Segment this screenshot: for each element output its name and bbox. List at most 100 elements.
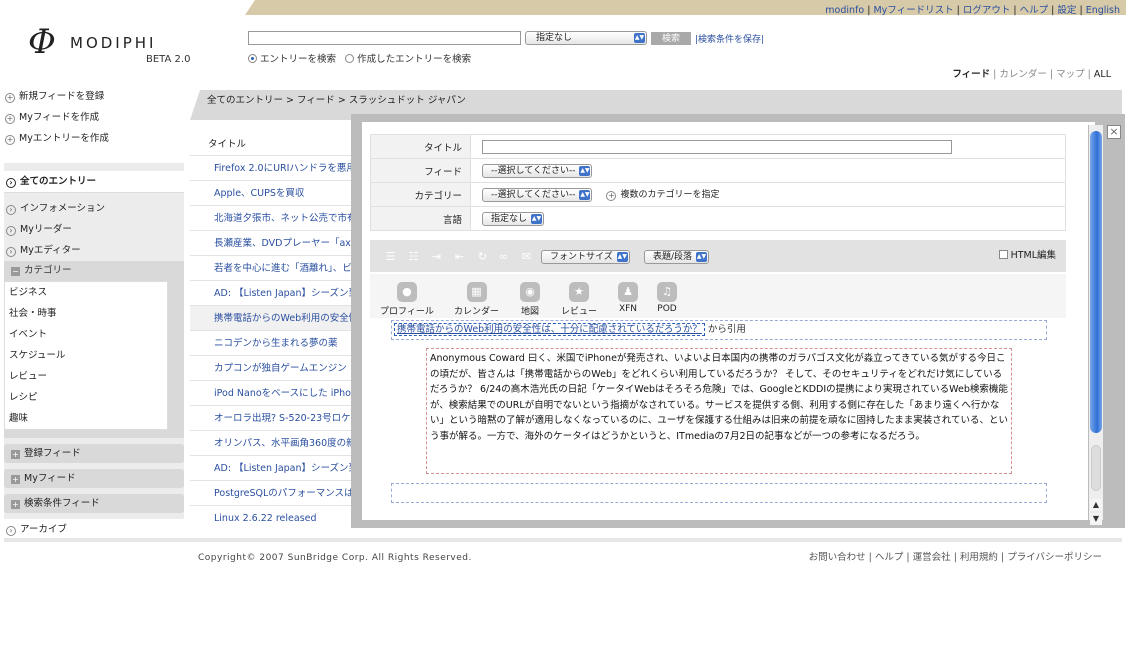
logo-symbol: Φ	[28, 22, 56, 62]
tab-all[interactable]: ALL	[1094, 69, 1111, 80]
list-item[interactable]: AD: 【Listen Japan】シーズン到	[190, 455, 360, 480]
heading-select[interactable]: 表題/段落 ▲▼	[644, 250, 710, 264]
close-icon[interactable]: ×	[1107, 125, 1121, 139]
people-icon: ♟	[618, 282, 638, 302]
category-list: ビジネス 社会・時事 イベント スケジュール レビュー レシピ 趣味	[4, 281, 168, 430]
quote-body[interactable]: Anonymous Coward 曰く、米国でiPhoneが発売され、いよいよ日…	[426, 348, 1012, 474]
list-item[interactable]: 長瀬産業、DVDプレーヤー「axio	[190, 230, 360, 255]
nav-information[interactable]: › インフォメーション	[4, 198, 184, 219]
radio-created[interactable]	[345, 54, 355, 63]
modal-scrollbar[interactable]: ▲ ▼	[1088, 125, 1103, 525]
tab-map[interactable]: マップ	[1056, 69, 1085, 80]
editor-empty-paragraph[interactable]	[391, 483, 1047, 503]
category-panel: − カテゴリー ビジネス 社会・時事 イベント スケジュール レビュー レシピ 趣…	[4, 261, 184, 438]
quote-source-line[interactable]: 携帯電話からのWeb利用の安全性は、十分に配慮されているだろうか？ から引用	[391, 320, 1047, 340]
list-item[interactable]: 携帯電話からのWeb利用の安全性	[190, 305, 360, 330]
insert-map[interactable]: ◉ 地図	[520, 282, 540, 317]
category-header[interactable]: − カテゴリー	[4, 261, 184, 281]
scroll-up-icon[interactable]: ▲	[1090, 499, 1102, 511]
list-item[interactable]: Linux 2.6.22 released	[190, 505, 360, 530]
group-my-feeds[interactable]: + Myフィード	[4, 469, 184, 488]
list-item[interactable]: ニコデンから生まれる夢の薬	[190, 330, 360, 355]
tab-calendar[interactable]: カレンダー	[999, 69, 1047, 80]
insert-calendar[interactable]: ▦ カレンダー	[454, 282, 499, 317]
outdent-icon[interactable]: ⇤	[453, 251, 466, 262]
create-my-entry-action[interactable]: + Myエントリーを作成	[4, 130, 184, 151]
save-search-link[interactable]: |検索条件を保存|	[695, 32, 764, 45]
my-feed-list-link[interactable]: Myフィードリスト	[873, 5, 953, 16]
footer-company-link[interactable]: 運営会社	[913, 552, 951, 563]
footer-privacy-link[interactable]: プライバシーポリシー	[1007, 552, 1102, 563]
quote-suffix: から引用	[704, 324, 746, 335]
logout-link[interactable]: ログアウト	[963, 5, 1011, 16]
category-item[interactable]: スケジュール	[5, 345, 167, 366]
list-item[interactable]: AD: 【Listen Japan】シーズン到	[190, 280, 360, 305]
html-edit-toggle[interactable]: HTML編集	[998, 247, 1056, 261]
create-my-feed-action[interactable]: + Myフィードを作成	[4, 109, 184, 130]
footer-links: お問い合わせ | ヘルプ | 運営会社 | 利用規約 | プライバシーポリシー	[808, 552, 1102, 563]
logo-name: MODIPHI	[70, 34, 157, 52]
entry-list: Firefox 2.0にURIハンドラを悪用 Apple、CUPSを買収 北海道…	[190, 155, 360, 530]
numbered-list-icon[interactable]: ☷	[407, 251, 420, 262]
list-item[interactable]: オリンパス、水平画角360度の新	[190, 430, 360, 455]
group-search-feeds[interactable]: + 検索条件フィード	[4, 494, 184, 513]
list-item[interactable]: オーロラ出現? S-520-23号ロケ	[190, 405, 360, 430]
modinfo-link[interactable]: modinfo	[825, 5, 864, 16]
insert-xfn[interactable]: ♟ XFN	[618, 282, 638, 314]
link-icon[interactable]: ∞	[497, 251, 510, 262]
insert-profile[interactable]: ● プロフィール	[380, 282, 434, 317]
new-feed-action[interactable]: + 新規フィードを登録	[4, 88, 184, 109]
footer-terms-link[interactable]: 利用規約	[960, 552, 998, 563]
list-item[interactable]: iPod Nanoをベースにした iPhone	[190, 380, 360, 405]
insert-pod[interactable]: ♫ POD	[657, 282, 677, 314]
help-link[interactable]: ヘルプ	[1020, 5, 1049, 16]
feed-select[interactable]: --選択してください-- ▲▼	[482, 163, 593, 178]
footer-help-link[interactable]: ヘルプ	[875, 552, 904, 563]
search-button[interactable]: 検索	[651, 32, 691, 45]
language-select[interactable]: 指定なし ▲▼	[482, 211, 545, 226]
search-input[interactable]	[248, 31, 521, 45]
english-link[interactable]: English	[1086, 5, 1120, 16]
category-item[interactable]: レシピ	[5, 387, 167, 408]
scrollbar-thumb[interactable]	[1090, 131, 1102, 433]
title-input[interactable]	[482, 139, 952, 154]
nav-all-entries[interactable]: › 全てのエントリー	[4, 171, 184, 193]
scroll-down-icon[interactable]: ▼	[1090, 513, 1102, 525]
category-select[interactable]: --選択してください-- ▲▼	[482, 187, 593, 202]
group-registered-feeds[interactable]: + 登録フィード	[4, 444, 184, 463]
calendar-icon: ▦	[466, 282, 487, 302]
radio-entries[interactable]	[248, 54, 257, 63]
list-item[interactable]: Apple、CUPSを買収	[190, 180, 360, 205]
undo-icon[interactable]: ↻	[476, 251, 489, 262]
quote-source-link[interactable]: 携帯電話からのWeb利用の安全性は、十分に配慮されているだろうか？	[394, 323, 705, 336]
search-scope-select[interactable]: 指定なし ▲▼	[525, 31, 647, 45]
multi-category-link[interactable]: + 複数のカテゴリーを指定	[606, 190, 719, 202]
category-item[interactable]: イベント	[5, 324, 167, 345]
headphones-icon: ♫	[657, 282, 677, 302]
list-item[interactable]: 北海道夕張市、ネット公売で市有	[190, 205, 360, 230]
star-icon: ★	[569, 282, 589, 302]
nav-my-editor[interactable]: › Myエディター	[4, 240, 184, 261]
category-item[interactable]: 趣味	[5, 408, 167, 429]
bullet-list-icon[interactable]: ☰	[384, 251, 397, 262]
nav-my-reader[interactable]: › Myリーダー	[4, 219, 184, 240]
logo[interactable]: Φ MODIPHI BETA 2.0	[28, 22, 198, 70]
plus-icon: +	[11, 500, 20, 509]
profile-icon: ●	[396, 282, 417, 302]
list-item[interactable]: 若者を中心に進む「酒離れ」、ビ	[190, 255, 360, 280]
html-edit-checkbox[interactable]	[998, 250, 1008, 259]
nav-archive[interactable]: › アーカイブ	[4, 519, 184, 540]
settings-link[interactable]: 設定	[1057, 5, 1076, 16]
list-item[interactable]: カプコンが独自ゲームエンジン「	[190, 355, 360, 380]
category-item[interactable]: 社会・時事	[5, 303, 167, 324]
footer-contact-link[interactable]: お問い合わせ	[809, 552, 866, 563]
list-item[interactable]: Firefox 2.0にURIハンドラを悪用	[190, 155, 360, 180]
category-item[interactable]: ビジネス	[5, 282, 167, 303]
indent-icon[interactable]: ⇥	[430, 251, 443, 262]
category-item[interactable]: レビュー	[5, 366, 167, 387]
insert-review[interactable]: ★ レビュー	[561, 282, 597, 317]
mail-icon[interactable]: ✉	[520, 251, 533, 262]
tab-feed[interactable]: フィード	[952, 69, 990, 80]
font-size-select[interactable]: フォントサイズ ▲▼	[541, 250, 630, 264]
list-item[interactable]: PostgreSQLのパフォーマンスは	[190, 480, 360, 505]
